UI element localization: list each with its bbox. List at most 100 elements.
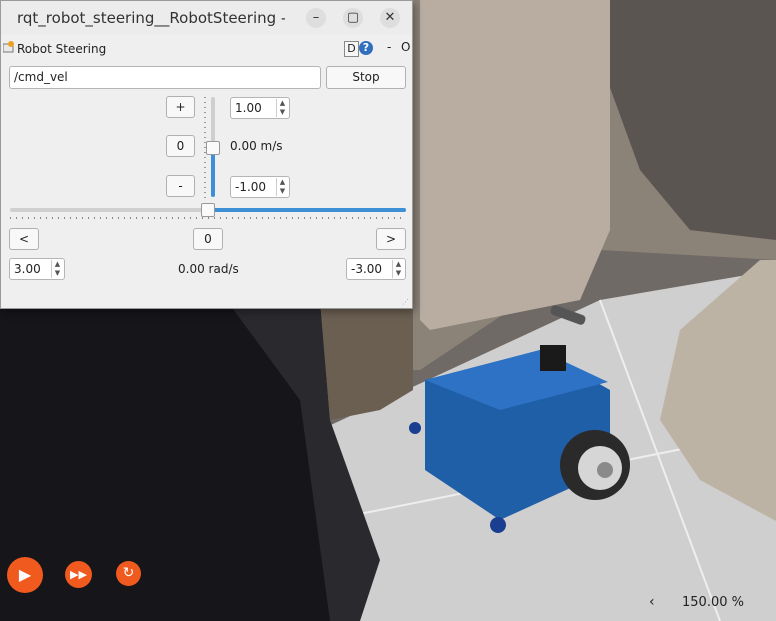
linear-slider-tick (204, 97, 206, 98)
plugin-minimize-button[interactable]: - (387, 40, 391, 54)
play-icon: ▶ (18, 565, 32, 584)
angular-slider-tick (136, 217, 137, 219)
angular-slider-tick (28, 217, 29, 219)
angular-slider-tick (334, 217, 335, 219)
angular-slider-tick (244, 217, 245, 219)
angular-slider-tick (382, 217, 383, 219)
plugin-title: Robot Steering (17, 42, 107, 56)
angular-left-button[interactable]: < (9, 228, 39, 250)
linear-zero-button[interactable]: 0 (166, 135, 195, 157)
angular-right-button[interactable]: > (376, 228, 406, 250)
angular-slider-tick (64, 217, 65, 219)
angular-slider-tick (328, 217, 329, 219)
angular-slider-tick (10, 217, 11, 219)
angular-max-spinbox[interactable]: 3.00 ▲ ▼ (9, 258, 65, 280)
angular-slider-tick (148, 217, 149, 219)
topic-input[interactable]: /cmd_vel (9, 66, 321, 89)
angular-slider-tick (106, 217, 107, 219)
angular-slider-tick (394, 217, 395, 219)
fast-forward-icon: ▶▶ (70, 568, 87, 581)
linear-min-spinbox[interactable]: -1.00 ▲ ▼ (230, 176, 290, 198)
angular-slider-tick (214, 217, 215, 219)
linear-slider-tick (204, 182, 206, 183)
plugin-header: Robot Steering D ? - O (1, 37, 412, 59)
plugin-icon (3, 41, 14, 53)
angular-slider-tick (256, 217, 257, 219)
linear-slider-tick (204, 192, 206, 193)
angular-slider-tick (46, 217, 47, 219)
linear-slider-tick (204, 187, 206, 188)
resize-grip-icon[interactable]: ⋰ (402, 298, 410, 306)
angular-zero-button[interactable]: 0 (193, 228, 223, 250)
linear-slider-tick (204, 172, 206, 173)
angular-slider-tick (358, 217, 359, 219)
angular-slider-tick (112, 217, 113, 219)
linear-slider-tick (204, 127, 206, 128)
angular-slider-handle[interactable] (201, 203, 215, 217)
step-button[interactable]: ▶▶ (65, 561, 92, 588)
angular-slider-tick (70, 217, 71, 219)
linear-slider-tick (204, 177, 206, 178)
angular-slider-tick (400, 217, 401, 219)
zoom-collapse-icon[interactable]: ‹ (649, 594, 655, 610)
angular-slider-tick (292, 217, 293, 219)
angular-slider-tick (124, 217, 125, 219)
angular-slider-tick (208, 217, 209, 219)
maximize-button[interactable]: ▢ (343, 8, 363, 28)
linear-slider-tick (204, 147, 206, 148)
angular-slider-tick (250, 217, 251, 219)
angular-slider-tick (166, 217, 167, 219)
angular-max-value: 3.00 (14, 262, 41, 276)
angular-slider-tick (268, 217, 269, 219)
angular-slider-tick (226, 217, 227, 219)
angular-slider-tick (304, 217, 305, 219)
angular-slider-tick (196, 217, 197, 219)
angular-slider-tick (262, 217, 263, 219)
angular-min-spinbox[interactable]: -3.00 ▲ ▼ (346, 258, 406, 280)
reset-button[interactable]: ↻ (116, 561, 141, 586)
spin-arrows-icon[interactable]: ▲ ▼ (392, 260, 404, 278)
angular-slider-tick (142, 217, 143, 219)
angular-slider-tick (34, 217, 35, 219)
play-button[interactable]: ▶ (7, 557, 43, 593)
window-titlebar[interactable]: rqt_robot_steering__RobotSteering - r – … (1, 1, 412, 35)
angular-slider-tick (274, 217, 275, 219)
linear-velocity-readout: 0.00 m/s (230, 139, 283, 153)
linear-slider-handle[interactable] (206, 141, 220, 155)
angular-slider-tick (94, 217, 95, 219)
angular-slider-tick (58, 217, 59, 219)
angular-slider-tick (370, 217, 371, 219)
angular-slider-tick (184, 217, 185, 219)
help-icon[interactable]: ? (359, 41, 373, 55)
linear-slider-tick (204, 167, 206, 168)
angular-slider-tick (340, 217, 341, 219)
angular-min-value: -3.00 (351, 262, 383, 276)
angular-slider-tick (118, 217, 119, 219)
angular-slider-tick (316, 217, 317, 219)
spin-arrows-icon[interactable]: ▲ ▼ (51, 260, 63, 278)
linear-slider-tick (204, 142, 206, 143)
angular-slider-ticks (10, 217, 401, 219)
linear-decrease-button[interactable]: - (166, 175, 195, 197)
angular-slider-tick (130, 217, 131, 219)
angular-slider-tick (238, 217, 239, 219)
spin-arrows-icon[interactable]: ▲ ▼ (276, 99, 288, 117)
close-button[interactable]: ✕ (380, 8, 400, 28)
minimize-button[interactable]: – (306, 8, 326, 28)
spin-arrows-icon[interactable]: ▲ ▼ (276, 178, 288, 196)
angular-slider-tick (280, 217, 281, 219)
linear-increase-button[interactable]: + (166, 96, 195, 118)
linear-slider-tick (204, 117, 206, 118)
angular-slider-tick (388, 217, 389, 219)
plugin-close-button[interactable]: O (401, 40, 410, 54)
angular-slider-tick (220, 217, 221, 219)
angular-slider-tick (16, 217, 17, 219)
dock-button[interactable]: D (344, 41, 359, 57)
angular-slider-tick (232, 217, 233, 219)
linear-max-spinbox[interactable]: 1.00 ▲ ▼ (230, 97, 290, 119)
angular-slider-tick (82, 217, 83, 219)
linear-max-value: 1.00 (235, 101, 262, 115)
angular-slider-tick (88, 217, 89, 219)
stop-button[interactable]: Stop (326, 66, 406, 89)
angular-slider-tick (100, 217, 101, 219)
